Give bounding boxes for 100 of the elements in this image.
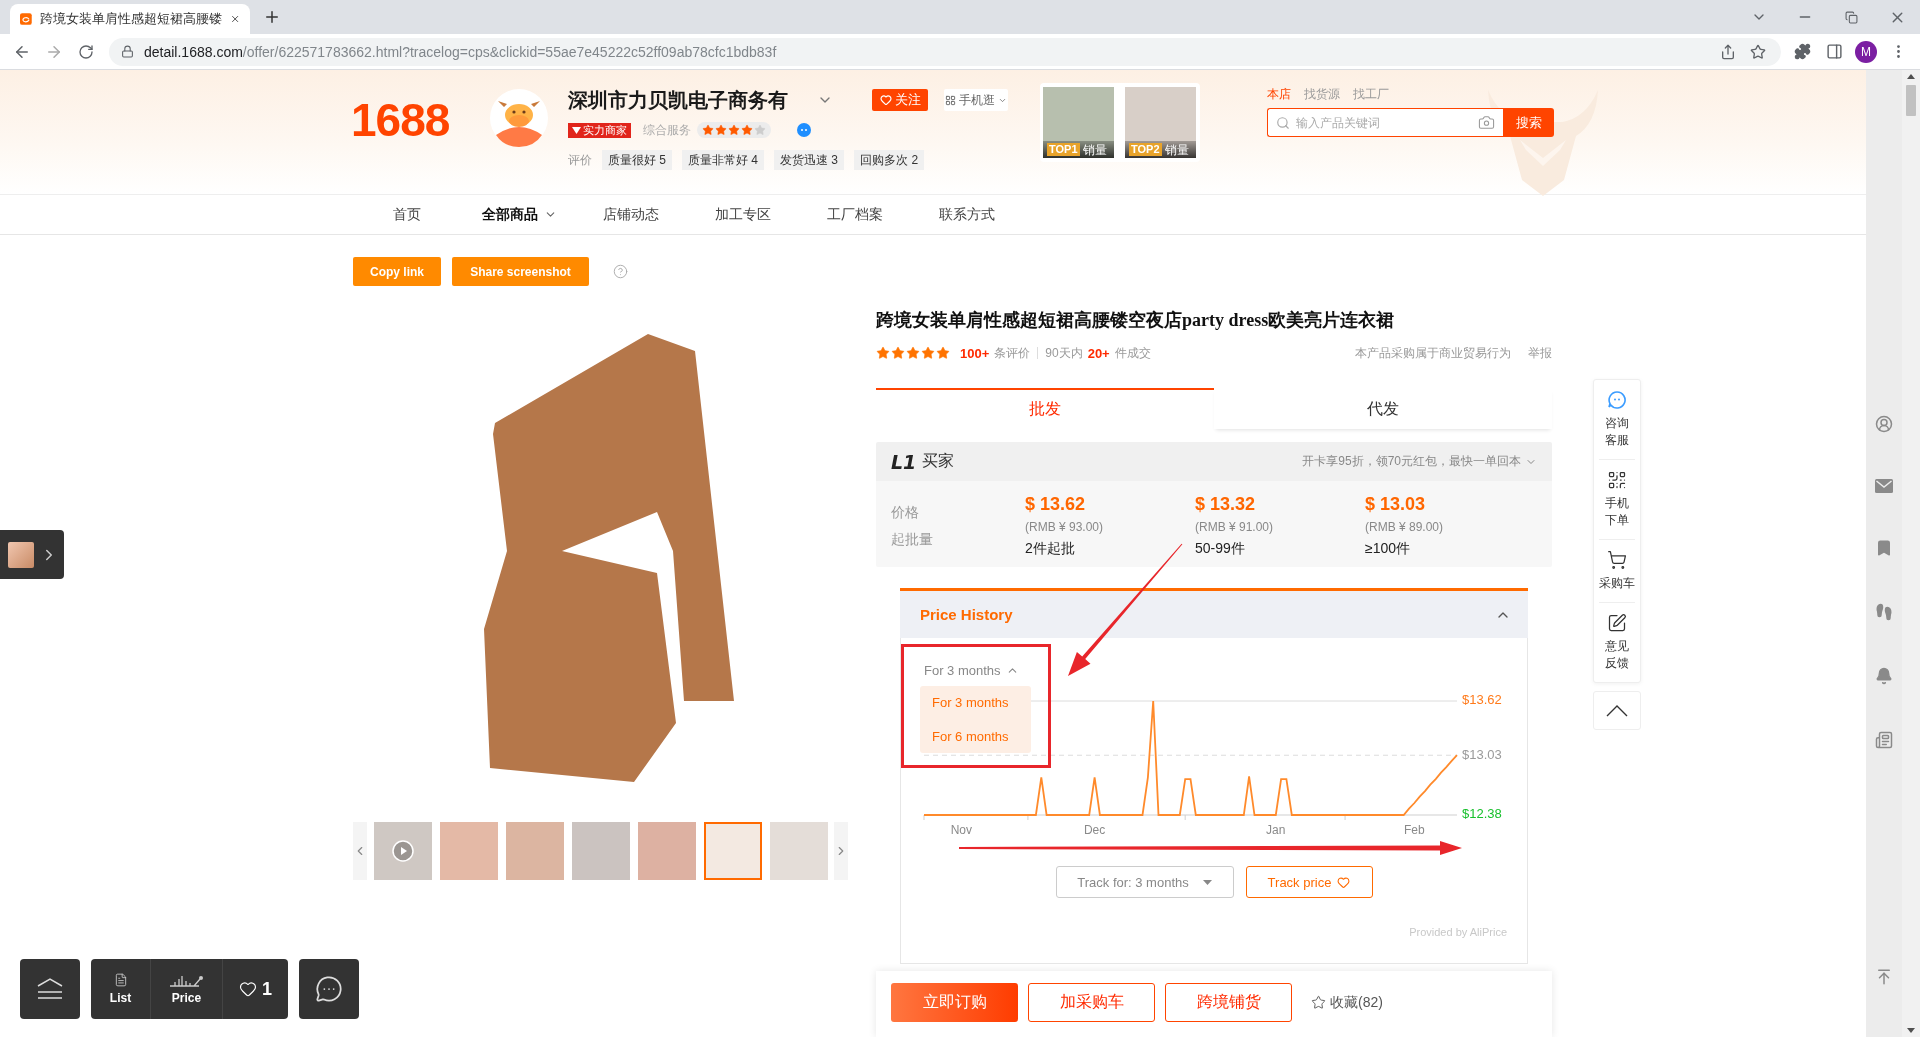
user-circle-icon[interactable] — [1875, 415, 1893, 433]
bookmark-icon[interactable] — [1875, 539, 1893, 557]
scroll-down-icon[interactable] — [1907, 1028, 1915, 1033]
cow-mascot-icon — [490, 89, 548, 147]
search-button[interactable]: 搜索 — [1503, 108, 1554, 137]
recent-view-widget[interactable] — [0, 530, 64, 579]
row-label: 价格 — [891, 503, 919, 521]
review-count: 100+ — [960, 345, 990, 361]
heart-icon — [1337, 875, 1351, 889]
store-name[interactable]: 深圳市力贝凯电子商务有 — [568, 87, 788, 113]
new-tab-icon[interactable] — [263, 8, 281, 26]
product-photo[interactable]: TOP1 销量 — [1043, 87, 1114, 158]
mini-chart-icon — [168, 973, 205, 987]
triangle-icon — [572, 125, 581, 135]
toolbar-button[interactable]: Price — [150, 959, 222, 1019]
back-to-top-button[interactable] — [1593, 691, 1641, 730]
star-icon — [1311, 995, 1326, 1010]
follow-button[interactable]: 关注 — [872, 89, 928, 111]
favorite-button[interactable]: 收藏(82) — [1311, 983, 1383, 1022]
mode-tab[interactable]: 代发 — [1214, 388, 1552, 429]
menu-button[interactable] — [20, 959, 80, 1019]
product-thumbnail[interactable] — [572, 822, 630, 880]
search-input[interactable]: 输入产品关键词 — [1296, 109, 1472, 136]
side-panel-icon[interactable] — [1825, 43, 1843, 60]
chat-status-icon[interactable] — [797, 123, 811, 137]
search-field[interactable]: 输入产品关键词 — [1267, 108, 1503, 137]
browser-tab[interactable]: 跨境女装单肩性感超短裙高腰镂 — [10, 4, 250, 34]
action-button[interactable]: 加采购车 — [1028, 983, 1155, 1022]
product-thumbnail[interactable] — [638, 822, 696, 880]
caret-icon — [1202, 879, 1212, 885]
service-button[interactable]: 采购车 — [1599, 539, 1635, 602]
rank-metric: 销量 — [1164, 142, 1189, 157]
bookmark-star-icon[interactable] — [1750, 43, 1766, 60]
product-thumbnail[interactable] — [506, 822, 564, 880]
tier-quantity: 50-99件 — [1195, 539, 1245, 557]
search-scope-tab[interactable]: 本店 — [1267, 85, 1291, 103]
cart-icon — [1607, 550, 1627, 570]
product-thumbnail[interactable] — [704, 822, 762, 880]
nav-link[interactable]: 工厂档案 — [799, 195, 911, 234]
bell-icon[interactable] — [1875, 667, 1893, 685]
nav-link[interactable]: 加工专区 — [687, 195, 799, 234]
product-photo[interactable]: TOP2 销量 — [1125, 87, 1196, 158]
product-thumbnail[interactable] — [440, 822, 498, 880]
heart-icon — [239, 980, 257, 998]
tier-quantity: 2件起批 — [1025, 539, 1075, 557]
newspaper-icon[interactable] — [1875, 731, 1893, 749]
axis-label: Nov — [950, 823, 972, 838]
document-icon — [113, 973, 128, 987]
share-icon[interactable] — [1720, 43, 1736, 60]
sold-label: 件成交 — [1114, 344, 1151, 362]
scroll-up-icon[interactable] — [1907, 74, 1915, 79]
tier-price: $ 13.62 — [1025, 493, 1086, 515]
service-button[interactable]: 手机 下单 — [1599, 459, 1635, 539]
rank-tag: TOP1 — [1047, 143, 1080, 156]
action-button[interactable]: 跨境铺货 — [1165, 983, 1292, 1022]
track-period-select[interactable]: Track for: 3 months — [1055, 866, 1234, 898]
star-icon — [936, 346, 950, 360]
nav-link[interactable]: 店铺动态 — [575, 195, 687, 234]
help-icon[interactable] — [613, 264, 628, 279]
rank-tag: TOP2 — [1129, 143, 1162, 156]
chat-bubble-icon — [315, 975, 343, 1003]
reload-icon[interactable] — [78, 43, 94, 60]
heart-icon — [879, 94, 892, 106]
tier-quantity: ≥100件 — [1365, 539, 1411, 557]
product-thumbnail[interactable] — [374, 822, 432, 880]
qr-code-icon — [1607, 470, 1627, 490]
scrollbar-thumb[interactable] — [1906, 85, 1916, 116]
star-icon — [876, 346, 890, 360]
restore-icon[interactable] — [1844, 10, 1858, 24]
period-dropdown[interactable]: For 3 months — [919, 660, 1019, 680]
tier-price: $ 13.32 — [1195, 493, 1256, 515]
nav-link[interactable]: 首页 — [351, 195, 463, 234]
envelope-icon[interactable] — [1875, 479, 1893, 493]
scroll-to-top-icon[interactable] — [1875, 968, 1893, 986]
chat-button[interactable] — [299, 959, 359, 1019]
profile-avatar[interactable]: M — [1855, 40, 1877, 63]
product-title: 跨境女装单肩性感超短裙高腰镂空夜店party dress欧美亮片连衣裙 — [876, 309, 1396, 332]
star-icon — [906, 346, 920, 360]
review-tag: 质量很好 5 — [602, 150, 672, 170]
favorites-button[interactable]: 1 — [222, 959, 288, 1019]
address-bar[interactable]: detail.1688.com/offer/622571783662.html?tracelog=cps&clickid=55ae7e45222c52ff09ab78cfc1bdb83f — [109, 37, 1781, 66]
axis-label: Feb — [1404, 823, 1425, 838]
toolbar-button[interactable]: List — [91, 959, 150, 1019]
price-history-title: Price History — [920, 606, 1013, 623]
tier-rmb-price: (RMB ¥ 91.00) — [1195, 520, 1274, 534]
trade-notice: 本产品采购属于商业贸易行为 — [1355, 344, 1511, 362]
service-button[interactable]: 意见 反馈 — [1599, 602, 1635, 682]
tier-rmb-price: (RMB ¥ 93.00) — [1025, 520, 1104, 534]
reviews-label: 评价 — [568, 151, 592, 169]
mobile-button[interactable]: 手机逛 — [944, 89, 1008, 111]
nav-link[interactable]: 联系方式 — [911, 195, 1023, 234]
footprints-icon[interactable] — [1875, 603, 1893, 621]
camera-icon[interactable] — [1478, 114, 1495, 131]
product-thumbnail[interactable] — [770, 822, 828, 880]
nav-link[interactable]: 全部商品 — [463, 195, 575, 234]
service-button[interactable]: 咨询 客服 — [1599, 380, 1635, 459]
puzzle-icon[interactable] — [1793, 43, 1811, 60]
star-icon — [715, 124, 727, 136]
axis-label: $13.62 — [1462, 692, 1502, 708]
promo-link[interactable]: 开卡享95折，领70元红包，最快一单回本 — [1302, 453, 1537, 470]
